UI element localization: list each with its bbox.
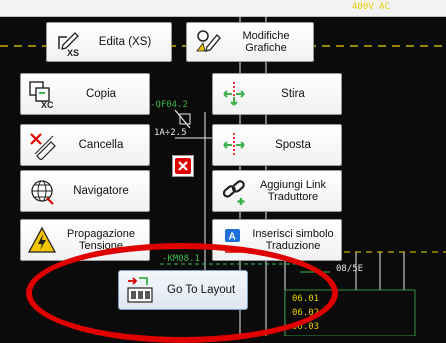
navigator-icon <box>27 176 57 206</box>
edita-xs-button[interactable]: XS Edita (XS) <box>46 22 172 62</box>
cancella-label: Cancella <box>78 139 124 151</box>
inserisci-simbolo-label: Inserisci simbolo Traduzione <box>252 228 334 252</box>
svg-text:A: A <box>229 232 236 243</box>
aggiungi-link-button[interactable]: Aggiungi Link Traduttore <box>212 170 342 212</box>
modifiche-grafiche-label: Modifiche Grafiche <box>242 30 290 54</box>
erase-icon <box>27 130 57 160</box>
copy-xc-sub: XC <box>41 100 54 109</box>
copy-xc-icon: XC <box>27 79 57 109</box>
right-tag-label: 08/5E <box>336 264 364 274</box>
copia-label: Copia <box>85 88 117 100</box>
link-add-icon <box>219 176 249 206</box>
highlight-oval <box>26 243 338 343</box>
voltage-warning-icon <box>27 225 57 255</box>
stira-label: Stira <box>281 88 305 100</box>
stretch-icon <box>219 79 249 109</box>
edit-xs-icon: XS <box>53 27 83 57</box>
cancella-button[interactable]: Cancella <box>20 124 150 166</box>
delete-marker-icon[interactable] <box>172 155 194 177</box>
navigatore-label: Navigatore <box>73 185 129 197</box>
graphic-edit-icon <box>193 27 223 57</box>
qf-label: -QF04.2 <box>150 100 188 110</box>
aggiungi-link-label: Aggiungi Link Traduttore <box>259 179 327 203</box>
sposta-button[interactable]: Sposta <box>212 124 342 166</box>
move-icon <box>219 130 249 160</box>
edita-xs-label: Edita (XS) <box>98 36 152 48</box>
stira-button[interactable]: Stira <box>212 73 342 115</box>
navigatore-button[interactable]: Navigatore <box>20 170 150 212</box>
modifiche-grafiche-button[interactable]: Modifiche Grafiche <box>186 22 314 62</box>
sposta-label: Sposta <box>275 139 311 151</box>
breaker-contact <box>174 109 191 129</box>
edit-xs-sub: XS <box>67 48 79 57</box>
range-label: 1A÷2.5 <box>154 128 187 138</box>
copia-button[interactable]: XC Copia <box>20 73 150 115</box>
